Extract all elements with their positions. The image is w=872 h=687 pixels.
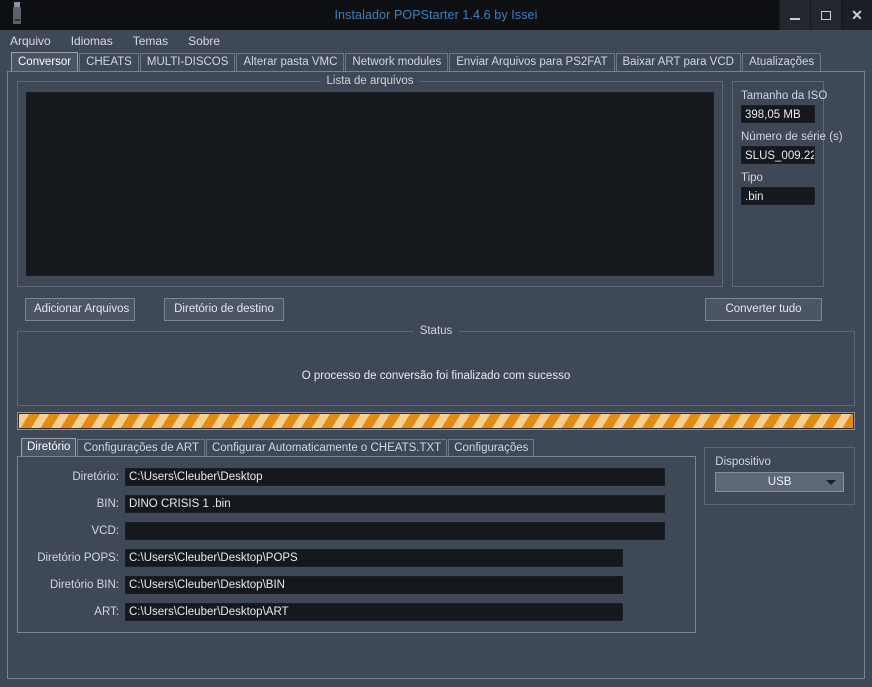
iso-size-value: 398,05 MB xyxy=(741,105,815,123)
form-row-diretorio-bin: Diretório BIN: C:\Users\Cleuber\Desktop\… xyxy=(18,576,695,594)
window-title: Instalador POPStarter 1.4.6 by Issei xyxy=(334,8,538,22)
chevron-down-icon xyxy=(826,479,836,485)
title-bar: Instalador POPStarter 1.4.6 by Issei ✕ xyxy=(0,0,872,30)
menu-item-sobre[interactable]: Sobre xyxy=(188,32,231,50)
maximize-button[interactable] xyxy=(810,0,841,30)
minimize-icon xyxy=(790,17,800,20)
maximize-icon xyxy=(821,10,831,20)
sub-tab-strip: Diretório Configurações de ART Configura… xyxy=(17,438,696,456)
iso-info-group: Tamanho da ISO 398,05 MB Número de série… xyxy=(732,81,843,287)
sub-tab-area: Diretório Configurações de ART Configura… xyxy=(17,438,697,634)
form-row-diretorio: Diretório: C:\Users\Cleuber\Desktop xyxy=(18,468,695,486)
file-list-box[interactable] xyxy=(26,92,714,276)
input-diretorio-pops[interactable]: C:\Users\Cleuber\Desktop\POPS xyxy=(125,549,623,567)
input-art[interactable]: C:\Users\Cleuber\Desktop\ART xyxy=(125,603,623,621)
conversor-panel: Lista de arquivos Tamanho da ISO 398,05 … xyxy=(7,71,865,679)
status-message: O processo de conversão foi finalizado c… xyxy=(301,370,571,382)
bottom-section: Diretório Configurações de ART Configura… xyxy=(17,438,855,634)
progress-bar-fill xyxy=(19,414,853,428)
form-row-bin: BIN: DINO CRISIS 1 .bin xyxy=(18,495,695,513)
tab-atualizacoes[interactable]: Atualizações xyxy=(741,53,822,71)
tab-baixar-art-vcd[interactable]: Baixar ART para VCD xyxy=(615,53,741,71)
form-row-vcd: VCD: xyxy=(18,522,695,540)
menu-item-arquivo[interactable]: Arquivo xyxy=(10,32,62,50)
iso-serial-value: SLUS_009.22 xyxy=(741,146,815,164)
subtab-configuracoes[interactable]: Configurações xyxy=(448,439,535,456)
add-files-button[interactable]: Adicionar Arquivos xyxy=(25,297,135,321)
menu-item-temas[interactable]: Temas xyxy=(133,32,179,50)
tab-alterar-pasta-vmc[interactable]: Alterar pasta VMC xyxy=(236,53,345,71)
iso-serial-label: Número de série (s) xyxy=(741,131,843,143)
usb-drive-icon xyxy=(0,0,34,30)
tab-network-modules[interactable]: Network modules xyxy=(345,53,449,71)
tab-enviar-arquivos-ps2fat[interactable]: Enviar Arquivos para PS2FAT xyxy=(449,53,615,71)
minimize-button[interactable] xyxy=(779,0,810,30)
form-row-art: ART: C:\Users\Cleuber\Desktop\ART xyxy=(18,603,695,621)
close-button[interactable]: ✕ xyxy=(841,0,872,30)
status-title: Status xyxy=(413,325,459,337)
destination-dir-button[interactable]: Diretório de destino xyxy=(164,297,284,321)
device-selected-value: USB xyxy=(767,476,792,488)
input-diretorio[interactable]: C:\Users\Cleuber\Desktop xyxy=(125,468,665,486)
subtab-configuracoes-de-art[interactable]: Configurações de ART xyxy=(77,439,205,456)
action-button-row: Adicionar Arquivos Diretório de destino … xyxy=(17,297,855,321)
close-icon: ✕ xyxy=(851,7,863,23)
status-group: Status O processo de conversão foi final… xyxy=(17,325,855,406)
subtab-diretorio[interactable]: Diretório xyxy=(21,438,77,456)
subtab-configurar-cheats-txt[interactable]: Configurar Automaticamente o CHEATS.TXT xyxy=(205,439,448,456)
iso-size-label: Tamanho da ISO xyxy=(741,90,828,102)
input-diretorio-bin[interactable]: C:\Users\Cleuber\Desktop\BIN xyxy=(125,576,623,594)
device-area: Dispositivo USB xyxy=(704,438,855,634)
label-diretorio-bin: Diretório BIN: xyxy=(49,579,119,591)
form-row-diretorio-pops: Diretório POPS: C:\Users\Cleuber\Desktop… xyxy=(18,549,695,567)
tab-cheats[interactable]: CHEATS xyxy=(79,53,139,71)
menu-bar: Arquivo Idiomas Temas Sobre xyxy=(0,30,872,51)
main-tab-strip: Conversor CHEATS MULTI-DISCOS Alterar pa… xyxy=(0,51,872,71)
device-group: Dispositivo USB xyxy=(704,447,855,505)
file-list-group: Lista de arquivos xyxy=(17,75,723,287)
device-select[interactable]: USB xyxy=(715,472,844,492)
iso-type-label: Tipo xyxy=(741,172,763,184)
application-window: Instalador POPStarter 1.4.6 by Issei ✕ A… xyxy=(0,0,872,687)
progress-bar xyxy=(17,412,855,430)
menu-item-idiomas[interactable]: Idiomas xyxy=(71,32,124,50)
tab-conversor[interactable]: Conversor xyxy=(11,52,79,71)
label-vcd: VCD: xyxy=(91,525,119,537)
convert-all-button[interactable]: Converter tudo xyxy=(705,297,822,321)
directory-form-panel: Diretório: C:\Users\Cleuber\Desktop BIN:… xyxy=(17,456,697,633)
iso-type-value: .bin xyxy=(741,187,815,205)
label-art: ART: xyxy=(94,606,119,618)
top-row: Lista de arquivos Tamanho da ISO 398,05 … xyxy=(17,75,855,287)
tab-multi-discos[interactable]: MULTI-DISCOS xyxy=(139,53,236,71)
label-bin: BIN: xyxy=(96,498,119,510)
window-controls: ✕ xyxy=(779,0,872,30)
input-bin[interactable]: DINO CRISIS 1 .bin xyxy=(125,495,665,513)
label-diretorio-pops: Diretório POPS: xyxy=(37,552,119,564)
input-vcd[interactable] xyxy=(125,522,665,540)
label-diretorio: Diretório: xyxy=(72,471,119,483)
file-list-title: Lista de arquivos xyxy=(320,75,420,87)
device-label: Dispositivo xyxy=(715,456,771,468)
